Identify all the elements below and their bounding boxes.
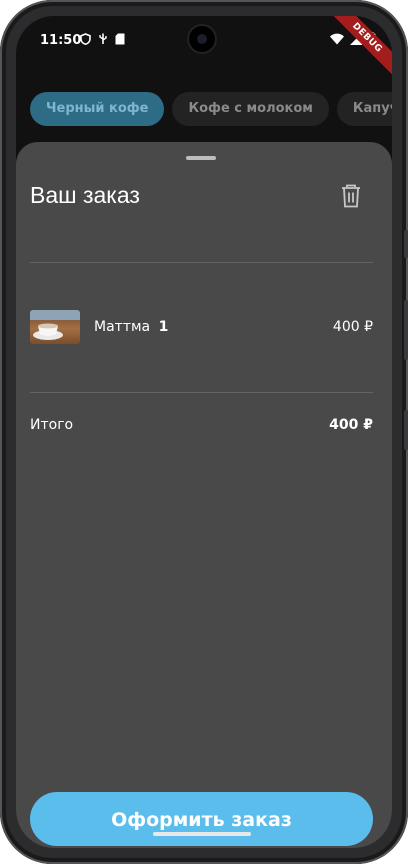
divider-bottom bbox=[30, 392, 373, 393]
item-quantity: 1 bbox=[158, 319, 169, 335]
item-price: 400 ₽ bbox=[332, 319, 373, 335]
status-left-icons bbox=[80, 33, 125, 45]
order-bottom-sheet: Ваш заказ Маттма 1 400 ₽ Итого 400 ₽ Офо… bbox=[16, 142, 392, 848]
place-order-button[interactable]: Оформить заказ bbox=[30, 792, 373, 846]
sheet-title: Ваш заказ bbox=[30, 182, 140, 208]
volume-button bbox=[404, 230, 408, 258]
shield-icon bbox=[80, 33, 91, 45]
chip-cappuccino[interactable]: Капуччино bbox=[336, 92, 392, 126]
wifi-icon bbox=[330, 33, 344, 44]
total-value: 400 ₽ bbox=[329, 417, 373, 433]
power-button bbox=[404, 300, 408, 360]
usb-icon bbox=[99, 33, 107, 44]
item-thumbnail bbox=[30, 310, 80, 344]
home-indicator[interactable] bbox=[153, 832, 251, 836]
total-label: Итого bbox=[30, 417, 74, 433]
front-camera bbox=[189, 26, 215, 52]
status-time: 11:50 bbox=[40, 33, 82, 48]
item-name: Маттма 1 bbox=[94, 319, 168, 335]
status-bar: 11:50 bbox=[16, 16, 392, 66]
chip-black-coffee[interactable]: Черный кофе bbox=[30, 92, 165, 126]
drag-handle[interactable] bbox=[186, 156, 216, 160]
item-title: Маттма bbox=[94, 319, 151, 335]
screen: 11:50 DEBUG Черный кофе Кофе с молоком К… bbox=[16, 16, 392, 848]
side-button bbox=[404, 410, 408, 450]
divider-top bbox=[30, 262, 373, 263]
category-chips: Черный кофе Кофе с молоком Капуччино bbox=[30, 92, 392, 126]
sd-card-icon bbox=[115, 33, 125, 45]
trash-icon[interactable] bbox=[340, 184, 362, 208]
chip-coffee-with-milk[interactable]: Кофе с молоком bbox=[172, 92, 329, 126]
